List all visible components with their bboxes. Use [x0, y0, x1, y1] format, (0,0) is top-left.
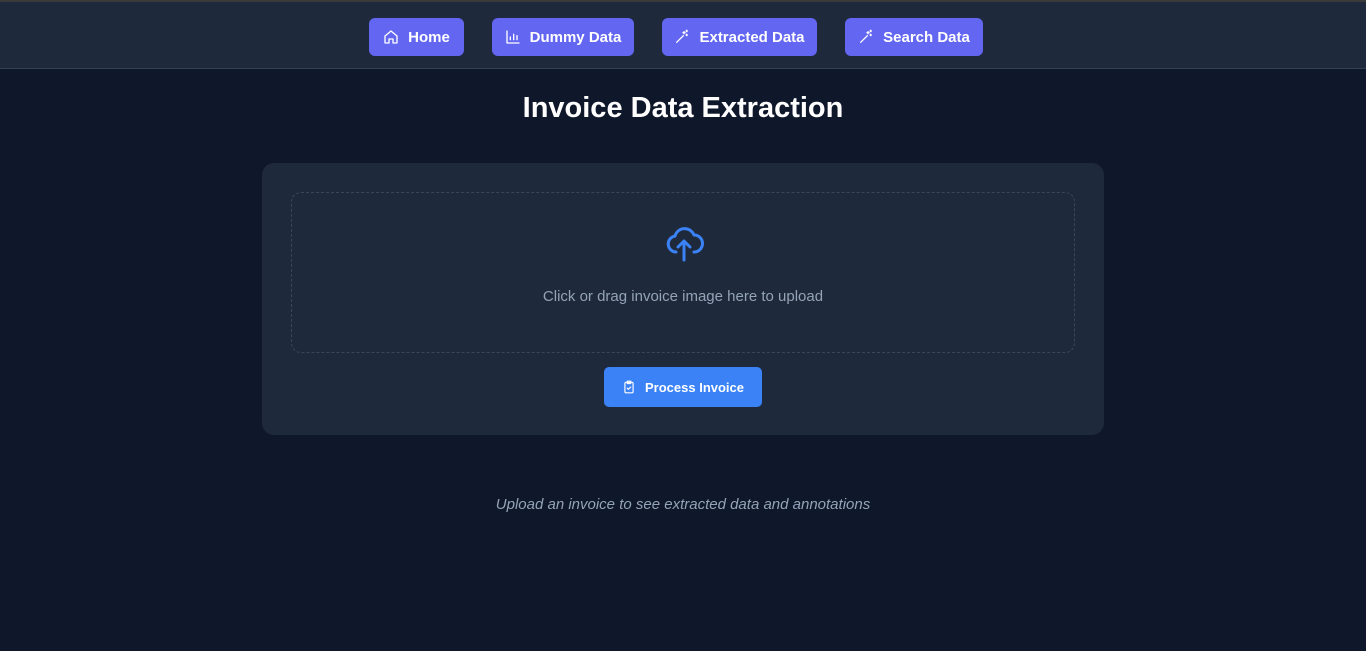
nav-extracted-data-label: Extracted Data	[699, 28, 805, 46]
upload-card: Click or drag invoice image here to uplo…	[262, 163, 1104, 435]
magic-wand-icon	[858, 29, 874, 45]
process-invoice-button[interactable]: Process Invoice	[604, 367, 762, 407]
top-navigation-bar: Home Dummy Data Extracted Data Search Da…	[0, 0, 1366, 69]
process-invoice-label: Process Invoice	[645, 379, 744, 395]
cloud-upload-icon	[664, 223, 704, 263]
page-title: Invoice Data Extraction	[522, 92, 844, 124]
nav-home-label: Home	[408, 28, 450, 46]
magic-wand-icon	[674, 29, 690, 45]
invoice-dropzone[interactable]: Click or drag invoice image here to uplo…	[291, 192, 1075, 353]
upload-prompt: Click or drag invoice image here to uplo…	[542, 288, 824, 305]
clipboard-check-icon	[622, 380, 636, 394]
nav-search-data-label: Search Data	[883, 28, 970, 46]
nav-home-button[interactable]: Home	[369, 18, 464, 56]
nav-extracted-data-button[interactable]: Extracted Data	[662, 18, 817, 56]
nav-dummy-data-label: Dummy Data	[529, 28, 622, 46]
nav-dummy-data-button[interactable]: Dummy Data	[492, 18, 634, 56]
empty-state-hint: Upload an invoice to see extracted data …	[495, 496, 871, 513]
bar-chart-icon	[505, 29, 521, 45]
home-icon	[383, 29, 399, 45]
nav-search-data-button[interactable]: Search Data	[845, 18, 983, 56]
